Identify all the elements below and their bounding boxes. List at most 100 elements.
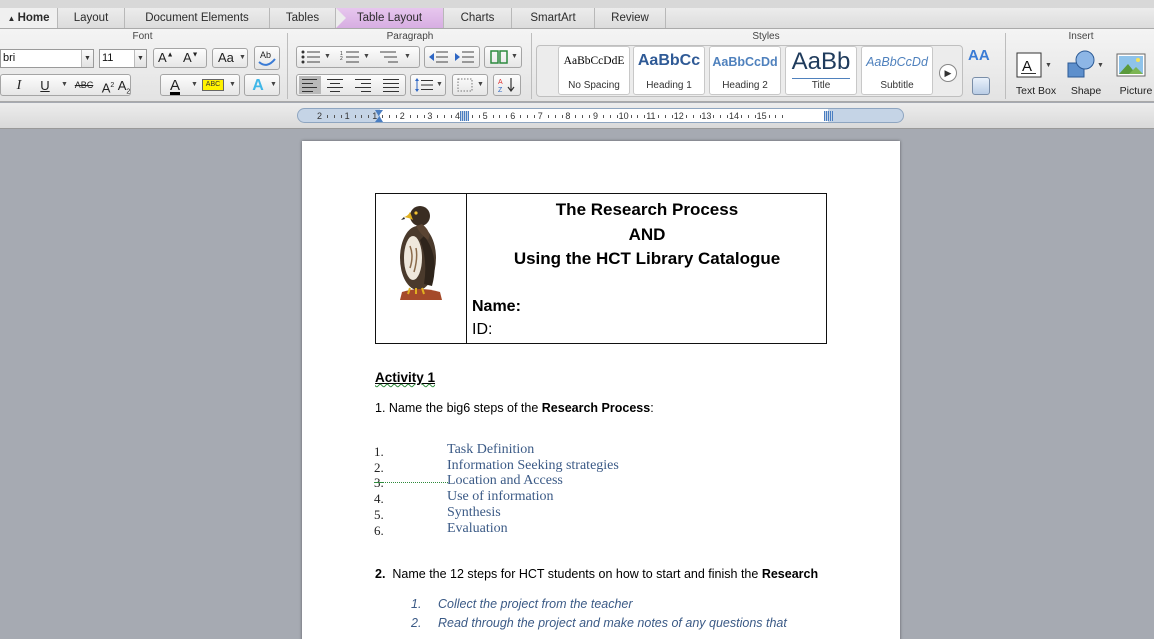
line-spacing-button[interactable]: ▼ — [410, 74, 446, 96]
chevron-down-icon[interactable]: ▼ — [61, 81, 68, 88]
manage-styles-button[interactable]: AA — [968, 47, 994, 69]
ruler-tick — [389, 115, 390, 118]
tab-home[interactable]: ▲ Home — [0, 8, 58, 28]
ruler-tick — [437, 115, 439, 118]
italic-icon[interactable]: I — [9, 75, 29, 96]
font-name-field[interactable]: bri ▼ — [0, 49, 94, 68]
align-left-icon[interactable] — [299, 76, 321, 94]
chevron-down-icon[interactable]: ▼ — [134, 50, 146, 67]
font-color-icon[interactable]: A — [165, 75, 185, 96]
text-color-buttons: A ▼ ABC ▼ — [160, 74, 240, 96]
ruler-tick — [644, 115, 646, 118]
list-item: Synthesis — [447, 505, 501, 520]
increase-indent-icon[interactable] — [455, 50, 475, 64]
multilevel-list-icon[interactable] — [379, 50, 399, 64]
text-effects-icon: A — [252, 77, 264, 94]
grow-shrink-font-buttons[interactable]: A▲ A▼ — [153, 48, 207, 68]
shrink-font-icon[interactable]: A▼ — [183, 50, 199, 65]
ruler-tick — [326, 115, 328, 118]
ruler-number: 1 — [344, 111, 350, 121]
bullets-icon[interactable] — [301, 50, 321, 64]
ruler-tick — [589, 115, 591, 118]
styles-pane-icon[interactable] — [972, 77, 990, 95]
list-item: Evaluation — [447, 521, 508, 536]
tab-charts[interactable]: Charts — [444, 8, 512, 28]
doc-title-line-2: AND — [628, 225, 666, 244]
ruler-tick — [665, 115, 666, 118]
horizontal-ruler[interactable]: 2 1 1 2 3 4 5 6 7 8 9 10 11 12 13 14 15 — [297, 108, 904, 123]
ruler-bar: 2 1 1 2 3 4 5 6 7 8 9 10 11 12 13 14 15 — [0, 103, 1154, 129]
grow-font-icon[interactable]: A▲ — [158, 50, 174, 65]
ruler-number: 6 — [510, 111, 516, 121]
table-column-marker-icon[interactable] — [460, 111, 469, 121]
shape-button[interactable]: ▼ — [1065, 49, 1105, 83]
name-label: Name: — [472, 298, 521, 315]
align-center-icon[interactable] — [327, 78, 343, 92]
styles-group-title: Styles — [752, 31, 780, 42]
sort-button[interactable]: A Z — [493, 74, 521, 96]
group-divider — [287, 33, 288, 99]
ruler-tick — [340, 115, 342, 118]
text-box-button[interactable]: A ▼ — [1015, 51, 1052, 81]
list-buttons: ▼ 1 2 ▼ ▼ — [296, 46, 420, 68]
chevron-down-icon[interactable]: ▼ — [81, 50, 93, 67]
style-subtitle[interactable]: AaBbCcDd Subtitle — [861, 46, 933, 95]
chevron-down-icon[interactable]: ▼ — [229, 81, 236, 88]
style-no-spacing[interactable]: AaBbCcDdE No Spacing — [558, 46, 630, 95]
text-effects-button[interactable]: A ▼ — [244, 74, 280, 96]
tab-layout[interactable]: Layout — [58, 8, 125, 28]
borders-button[interactable]: ▼ — [452, 74, 488, 96]
chevron-down-icon[interactable]: ▼ — [363, 53, 370, 60]
tab-document-elements[interactable]: Document Elements — [125, 8, 270, 28]
chevron-down-icon[interactable]: ▼ — [404, 53, 411, 60]
tab-tables[interactable]: Tables — [270, 8, 336, 28]
svg-text:Z: Z — [498, 87, 503, 93]
clear-formatting-button[interactable]: Ab — [254, 46, 280, 70]
ruler-tick — [499, 115, 501, 118]
ruler-number: 14 — [729, 111, 740, 121]
superscript-icon[interactable]: A2 — [101, 75, 115, 96]
ruler-number: 5 — [482, 111, 488, 121]
tab-review[interactable]: Review — [595, 8, 666, 28]
list-number: 1. — [374, 444, 384, 459]
tab-table-layout[interactable]: Table Layout — [336, 8, 444, 28]
ruler-number: 13 — [701, 111, 712, 121]
ruler-tick — [382, 115, 384, 118]
id-label: ID: — [472, 321, 493, 338]
chevron-down-icon[interactable]: ▼ — [324, 53, 331, 60]
ruler-tick — [671, 115, 673, 118]
style-heading-2[interactable]: AaBbCcDd Heading 2 — [709, 46, 781, 95]
table-column-marker-icon[interactable] — [824, 111, 833, 121]
subscript-icon[interactable]: A2 — [117, 75, 131, 96]
svg-text:▼: ▼ — [1097, 62, 1104, 69]
style-title[interactable]: AaBb Title — [785, 46, 857, 95]
chevron-down-icon[interactable]: ▼ — [191, 81, 198, 88]
ruler-tick — [478, 115, 480, 118]
decrease-indent-icon[interactable] — [429, 50, 449, 64]
columns-icon — [490, 50, 508, 64]
list-item: Information Seeking strategies — [447, 458, 619, 473]
align-right-icon[interactable] — [355, 78, 371, 92]
justify-icon[interactable] — [383, 78, 399, 92]
style-heading-1[interactable]: AaBbCc Heading 1 — [633, 46, 705, 95]
list-number: 3. — [374, 475, 384, 490]
font-size-field[interactable]: 11 ▼ — [99, 49, 147, 68]
strikethrough-icon[interactable]: ABC — [71, 75, 97, 96]
ruler-tick — [471, 115, 473, 118]
tab-pointer-icon — [336, 8, 346, 28]
picture-button[interactable] — [1116, 51, 1154, 81]
columns-button[interactable]: ▼ — [484, 46, 522, 68]
document-page[interactable]: The Research Process AND Using the HCT L… — [302, 141, 900, 639]
ruler-tick — [754, 115, 756, 118]
header-table[interactable]: The Research Process AND Using the HCT L… — [375, 193, 827, 344]
styles-next-icon[interactable]: ▶ — [939, 64, 957, 82]
tab-leader — [382, 482, 448, 483]
tab-smartart[interactable]: SmartArt — [512, 8, 595, 28]
change-case-button[interactable]: Aa ▼ — [212, 48, 248, 68]
ruler-tick — [444, 115, 446, 118]
underline-icon[interactable]: U — [36, 75, 54, 96]
ruler-number: 7 — [537, 111, 543, 121]
ruler-tick — [368, 115, 370, 118]
numbering-icon[interactable]: 1 2 — [340, 50, 360, 64]
highlight-icon[interactable]: ABC — [202, 79, 224, 91]
